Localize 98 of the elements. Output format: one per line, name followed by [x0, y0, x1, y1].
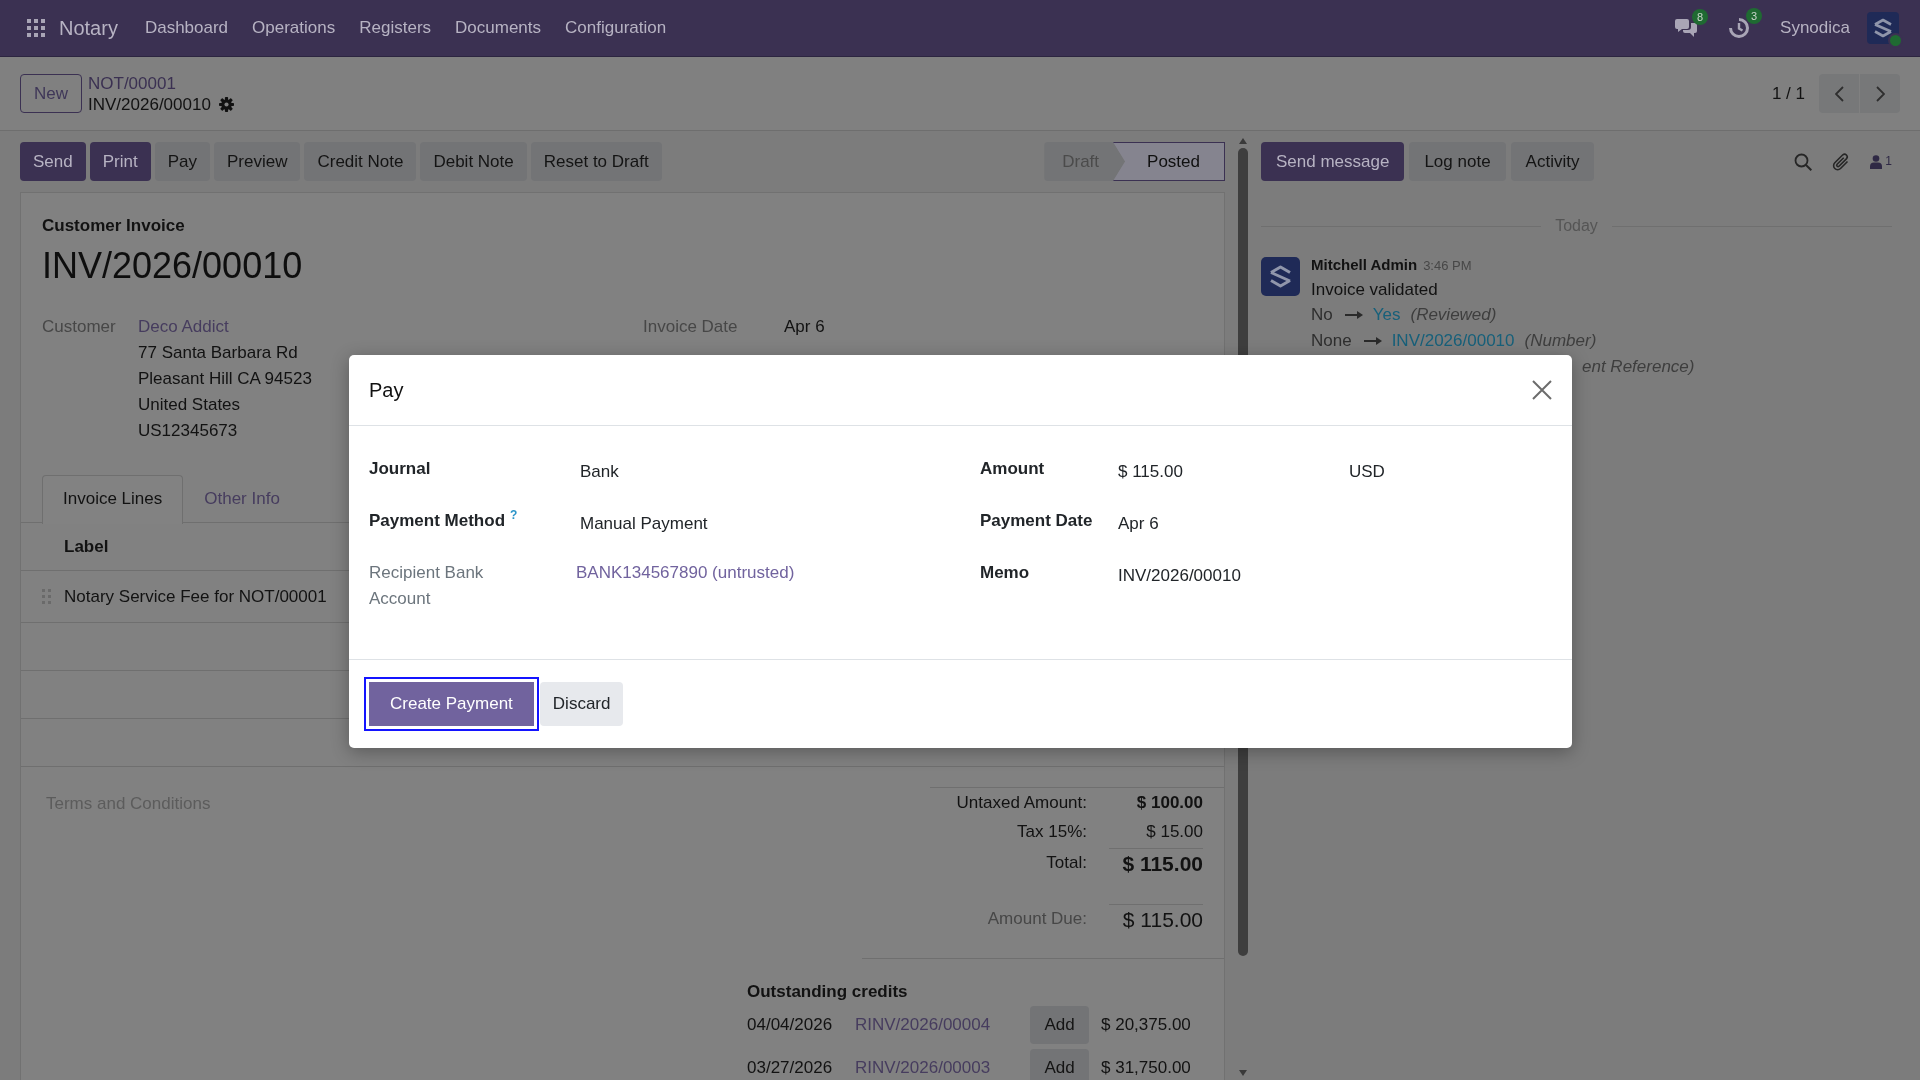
company-name[interactable]: Synodica	[1780, 18, 1850, 38]
logo-avatar-icon[interactable]	[1867, 12, 1899, 44]
breadcrumb-link[interactable]: NOT/00001	[88, 72, 176, 94]
credit-date: 03/27/2026	[747, 1057, 834, 1078]
help-tooltip[interactable]: ?	[510, 508, 518, 522]
menu-item[interactable]: Registers	[347, 18, 444, 38]
old-value: None	[1311, 330, 1352, 352]
record-title: INV/2026/00010	[88, 93, 211, 115]
total-label: Tax 15%:	[1016, 821, 1087, 843]
input-field[interactable]: Apr 6	[1114, 508, 1552, 537]
action-button[interactable]: Send	[20, 142, 86, 181]
credit-link[interactable]: RINV/2026/00003	[855, 1057, 1030, 1078]
address-line: 77 Santa Barbara Rd	[138, 342, 298, 364]
input-field[interactable]: INV/2026/00010	[1114, 560, 1552, 589]
logo-avatar-icon	[1261, 257, 1300, 296]
input-field[interactable]: Manual Payment	[576, 508, 960, 537]
field-label: Payment Method	[369, 510, 506, 532]
customer-link[interactable]: Deco Addict	[138, 314, 229, 340]
clock-icon[interactable]	[1729, 18, 1750, 38]
total-value: $ 100.00	[1135, 792, 1203, 814]
apps-grid-icon[interactable]	[27, 19, 45, 37]
paperclip-icon[interactable]	[1832, 151, 1851, 172]
chatter-button[interactable]: Log note	[1409, 142, 1506, 181]
count-badge: 3	[1746, 8, 1763, 24]
total-value: $ 15.00	[1145, 821, 1203, 843]
chevron-left-icon	[1834, 85, 1844, 102]
add-button[interactable]: Add	[1030, 1005, 1089, 1044]
field-label: Memo	[980, 562, 1030, 584]
menu-item[interactable]: Dashboard	[132, 18, 241, 38]
tab[interactable]: Other Info	[183, 475, 301, 522]
next-button[interactable]	[1860, 74, 1900, 113]
previous-button[interactable]	[1819, 74, 1859, 113]
field-label: Journal	[369, 458, 431, 480]
tracked-field: (Reviewed)	[1410, 302, 1497, 328]
new-value: Yes	[1372, 304, 1401, 326]
count-badge: 8	[1692, 9, 1709, 25]
person-icon	[1870, 154, 1883, 169]
search-icon[interactable]	[1794, 152, 1813, 171]
input-field[interactable]: $ 115.00	[1114, 456, 1333, 485]
dialog-title: Pay	[369, 378, 404, 402]
total-label: Untaxed Amount:	[955, 792, 1087, 814]
dialog-button[interactable]: Create Payment	[364, 677, 539, 731]
table-cell: Notary Service Fee for NOT/00001	[64, 586, 327, 607]
address-line: Pleasant Hill CA 94523	[138, 368, 312, 390]
pager-value: 1 / 1	[1771, 83, 1805, 104]
invoice-number: INV/2026/00010	[42, 245, 303, 286]
message-author: Mitchell Admin	[1311, 257, 1418, 273]
old-value: No	[1311, 304, 1333, 326]
action-button[interactable]: Credit Note	[304, 142, 417, 181]
add-button[interactable]: Add	[1030, 1048, 1089, 1080]
record-link[interactable]: BANK134567890 (untrusted)	[576, 560, 795, 586]
credit-link[interactable]: RINV/2026/00004	[855, 1014, 1030, 1035]
input-field[interactable]: Bank	[576, 456, 960, 485]
field-label: Invoice Date	[643, 316, 739, 338]
chatter-button[interactable]: Send message	[1261, 142, 1405, 181]
field-label: Amount	[980, 458, 1045, 480]
column-header[interactable]: Label	[64, 536, 109, 557]
chatter-button[interactable]: Activity	[1510, 142, 1595, 181]
dialog-button[interactable]: Discard	[539, 682, 624, 726]
chat-icon[interactable]	[1675, 19, 1698, 37]
action-button[interactable]: Pay	[154, 142, 210, 181]
menu-item[interactable]: Operations	[240, 18, 348, 38]
total-label: Total:	[1045, 852, 1087, 874]
new-value: INV/2026/00010	[1391, 330, 1515, 352]
close-icon[interactable]	[1532, 380, 1552, 400]
field-label: Payment Date	[980, 510, 1093, 532]
credit-date: 04/04/2026	[747, 1014, 834, 1035]
app-name[interactable]: Notary	[59, 16, 118, 40]
menu-item[interactable]: Documents	[443, 18, 554, 38]
section-title: Outstanding credits	[747, 982, 908, 1001]
chevron-right-icon	[1875, 85, 1885, 102]
action-button[interactable]: Print	[89, 142, 151, 181]
action-button[interactable]: Reset to Draft	[530, 142, 662, 181]
gear-icon[interactable]	[218, 96, 234, 112]
tab[interactable]: Invoice Lines	[42, 475, 184, 524]
total-value: $ 115.00	[1109, 848, 1203, 879]
action-button[interactable]: Preview	[213, 142, 301, 181]
action-button[interactable]: Debit Note	[420, 142, 527, 181]
message-text: Invoice validated	[1311, 280, 1438, 299]
status-stage[interactable]: Posted	[1113, 142, 1225, 181]
followers-button[interactable]: 1	[1870, 154, 1892, 169]
total-value: $ 115.00	[1109, 904, 1203, 934]
arrow-icon	[1344, 310, 1363, 320]
invoice-date-value: Apr 6	[784, 316, 825, 338]
arrow-icon	[1363, 336, 1382, 346]
field-label: Recipient Bank Account	[369, 562, 485, 610]
new-button[interactable]: New	[20, 74, 82, 113]
address-line: United States	[138, 394, 241, 416]
tracked-field: ent Reference)	[1582, 357, 1695, 376]
field-label: Customer	[42, 316, 117, 338]
tracked-field: (Number)	[1524, 328, 1597, 354]
credit-amount: $ 31,750.00	[1101, 1057, 1191, 1078]
currency-field[interactable]: USD	[1345, 456, 1552, 485]
menu-item[interactable]: Configuration	[553, 18, 679, 38]
address-line: US12345673	[138, 420, 238, 442]
credit-amount: $ 20,375.00	[1101, 1014, 1191, 1035]
total-label: Amount Due:	[986, 908, 1087, 930]
document-type: Customer Invoice	[42, 216, 185, 235]
